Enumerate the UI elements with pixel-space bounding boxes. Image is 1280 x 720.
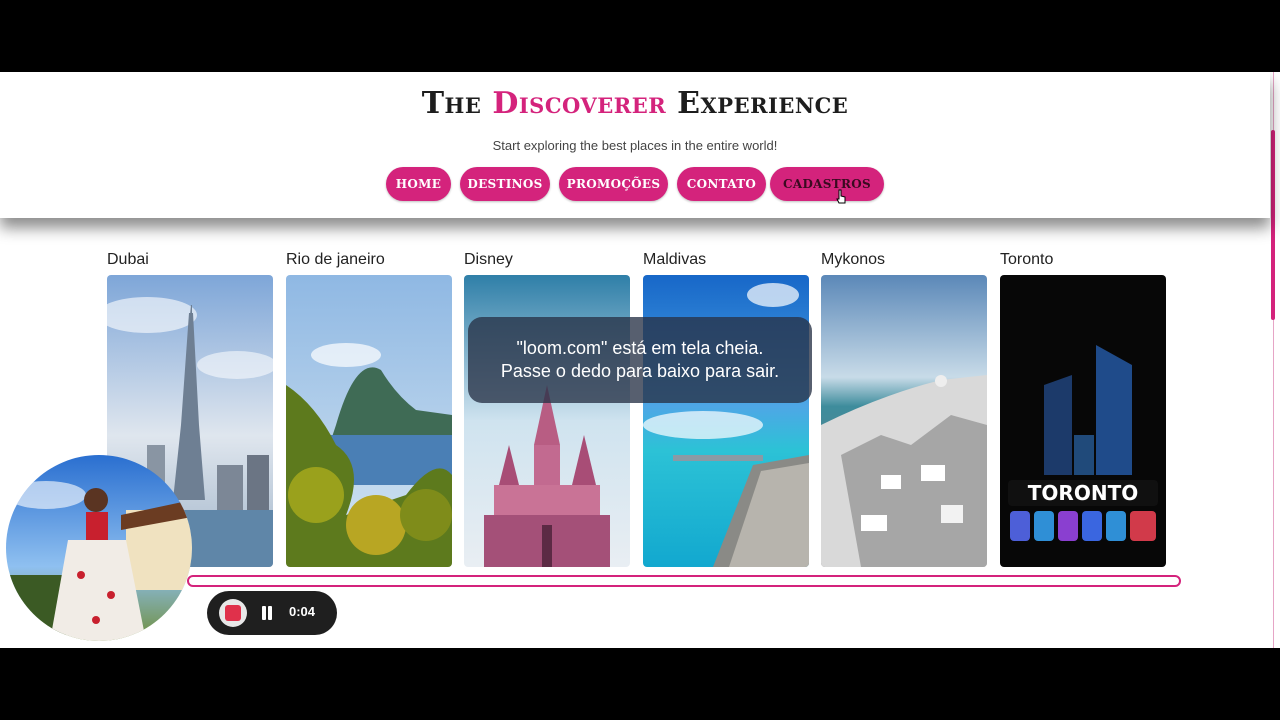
- toronto-image[interactable]: TORONTO: [1000, 275, 1166, 567]
- destination-card-dubai[interactable]: Dubai: [107, 248, 273, 567]
- horizontal-scrollbar[interactable]: [187, 575, 1181, 587]
- mykonos-image[interactable]: [821, 275, 987, 567]
- destination-card-maldivas[interactable]: Maldivas: [643, 248, 809, 567]
- fullscreen-notice-line-2: Passe o dedo para baixo para sair.: [500, 361, 780, 381]
- rio-de-janeiro-image[interactable]: [286, 275, 452, 567]
- nav-home-button[interactable]: HOME: [386, 167, 451, 201]
- fullscreen-notice-line-1: "loom.com" está em tela cheia.: [516, 338, 764, 358]
- nav-destinos-button[interactable]: DESTINOS: [460, 167, 550, 201]
- fullscreen-notice: "loom.com" está em tela cheia. Passe o d…: [468, 317, 812, 403]
- nav-contato-button[interactable]: CONTATO: [677, 167, 766, 201]
- destination-card-mykonos[interactable]: Mykonos: [821, 248, 987, 567]
- title-part-1: The: [421, 86, 493, 121]
- toronto-sign-text: TORONTO: [1028, 481, 1138, 505]
- destination-title: Dubai: [107, 251, 149, 268]
- nav-promocoes-button[interactable]: PROMOÇÕES: [559, 167, 668, 201]
- vertical-scrollbar[interactable]: [1271, 72, 1278, 648]
- webcam-bubble[interactable]: [6, 455, 192, 641]
- destination-card-toronto[interactable]: Toronto TORONTO: [1000, 248, 1166, 567]
- destination-title: Disney: [464, 251, 513, 268]
- page-title: The Discoverer Experience: [0, 86, 1270, 121]
- scroll-thumb[interactable]: [1271, 130, 1275, 320]
- destination-title: Toronto: [1000, 251, 1054, 268]
- pause-icon[interactable]: [261, 606, 273, 620]
- nav-cadastros-button[interactable]: CADASTROS: [770, 167, 884, 201]
- destination-title: Mykonos: [821, 251, 886, 268]
- destination-card-rio-de-janeiro[interactable]: Rio de janeiro: [286, 248, 452, 567]
- page-subtitle: Start exploring the best places in the e…: [492, 138, 778, 153]
- recording-timer: 0:04: [289, 604, 316, 619]
- destination-title: Maldivas: [643, 251, 707, 268]
- main-nav: HOME DESTINOS PROMOÇÕES CONTATO CADASTRO…: [0, 167, 1270, 203]
- title-part-2: Experience: [666, 86, 849, 121]
- site-header: The Discoverer Experience Start explorin…: [0, 72, 1270, 218]
- destination-card-disney[interactable]: Disney: [464, 248, 630, 567]
- hand-cursor-icon: [836, 189, 846, 204]
- destination-title: Rio de janeiro: [286, 251, 385, 268]
- recording-controls: 0:04: [207, 591, 337, 635]
- stop-recording-button[interactable]: [219, 599, 247, 627]
- title-accent: Discoverer: [492, 86, 667, 121]
